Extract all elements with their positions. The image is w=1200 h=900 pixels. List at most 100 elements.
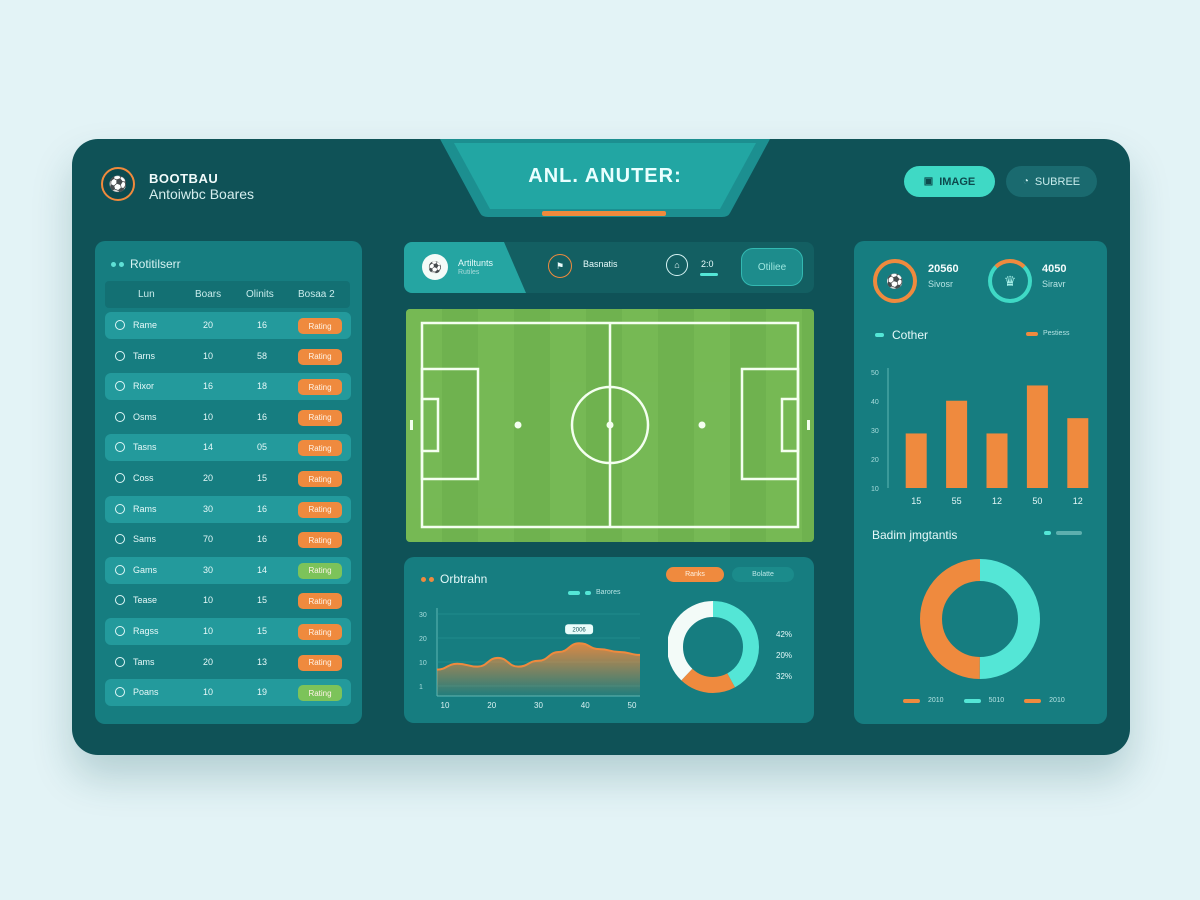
- table-row[interactable]: Rixor 16 18 Rating: [105, 373, 351, 401]
- bar[interactable]: [946, 400, 968, 488]
- team-icon: [115, 503, 125, 514]
- team1-name: Artiltunts: [458, 258, 494, 268]
- cell-value: 16: [203, 381, 214, 392]
- x-tick-label: 50: [1032, 496, 1042, 506]
- cell-value: 13: [257, 656, 268, 667]
- team-name: Tease: [133, 595, 158, 606]
- team-icon: [115, 687, 125, 698]
- filter-button[interactable]: Bolatte: [732, 567, 794, 582]
- legend-label: 5010: [988, 697, 1005, 704]
- status-badge[interactable]: Rating: [298, 593, 342, 610]
- cell-value: 18: [257, 381, 268, 392]
- column-header[interactable]: Lun: [138, 289, 155, 300]
- football-pitch[interactable]: [406, 309, 814, 542]
- bar[interactable]: [905, 433, 927, 488]
- y-tick-label: 10: [871, 486, 879, 493]
- table-row[interactable]: Tease 10 15 Rating: [105, 587, 351, 614]
- column-header[interactable]: Olinits: [246, 289, 274, 300]
- team-name: Tams: [133, 656, 155, 667]
- column-header[interactable]: Bosaa 2: [298, 289, 335, 300]
- table-row[interactable]: Ragss 10 15 Rating: [105, 618, 351, 645]
- status-badge[interactable]: Rating: [298, 471, 342, 487]
- team-icon: [115, 626, 125, 636]
- dot-icon: [119, 261, 124, 267]
- area-chart: 30 20 10 1 10 20 30 40 50 2006: [419, 608, 641, 710]
- trend-title-text: Orbtrahn: [440, 572, 488, 586]
- status-badge[interactable]: Rating: [298, 532, 342, 549]
- team-name: Osms: [133, 411, 157, 422]
- small-donut-chart: 42% 20% 32%: [668, 601, 792, 693]
- x-tick-label: 55: [952, 496, 962, 506]
- table-row[interactable]: Rams 30 16 Rating: [105, 495, 351, 523]
- team-icon: [115, 473, 125, 483]
- ranks-button[interactable]: Ranks: [666, 567, 724, 582]
- cell-value: 10: [203, 626, 214, 636]
- stat-value: 20560: [928, 263, 959, 275]
- status-badge[interactable]: Rating: [298, 409, 342, 426]
- share-button[interactable]: ◔ SUBREE: [1006, 166, 1097, 197]
- legend-swatch: [1024, 698, 1042, 703]
- image-button[interactable]: ▣ IMAGE: [904, 166, 995, 197]
- table-row[interactable]: Gams 30 14 Rating: [105, 556, 351, 584]
- team-name: Tasns: [133, 442, 157, 453]
- table-row[interactable]: Rame 20 16 Rating: [105, 312, 351, 339]
- big-donut-chart: [920, 559, 1040, 679]
- team-name: Tarns: [133, 350, 156, 361]
- team-name: Sams: [133, 534, 157, 545]
- donut-label: 32%: [776, 672, 792, 681]
- legend-swatch: [1056, 531, 1082, 535]
- brand-subtitle: Antoiwbc Boares: [149, 186, 255, 202]
- share-icon: ◔: [1022, 176, 1029, 187]
- donut-legend-top: [1044, 531, 1082, 535]
- cell-value: 19: [257, 687, 268, 698]
- cell-value: 10: [203, 595, 214, 606]
- legend-swatch: [963, 698, 981, 703]
- cell-value: 10: [203, 687, 214, 698]
- status-badge[interactable]: Rating: [298, 624, 342, 640]
- cell-value: 16: [257, 534, 268, 545]
- column-header[interactable]: Boars: [195, 289, 221, 300]
- status-badge[interactable]: Rating: [298, 562, 342, 579]
- brand-title: BOOTBAU: [149, 171, 219, 186]
- team-icon: [115, 656, 125, 667]
- team-name: Rams: [133, 503, 157, 514]
- bar[interactable]: [986, 433, 1008, 488]
- cell-value: 15: [257, 626, 268, 636]
- match-details-button[interactable]: Otiliee: [741, 248, 803, 286]
- trend-legend: Barores: [568, 589, 621, 596]
- stat-label: Sivosr: [928, 279, 954, 289]
- team-icon: [115, 564, 125, 575]
- x-tick-label: 50: [628, 701, 637, 710]
- team-name: Coss: [133, 473, 154, 483]
- status-badge[interactable]: Rating: [298, 348, 342, 365]
- team-icon: [115, 381, 125, 392]
- donut-label: 20%: [776, 651, 792, 660]
- share-button-label: SUBREE: [1034, 175, 1081, 188]
- bar[interactable]: [1026, 385, 1048, 488]
- status-badge[interactable]: Rating: [298, 318, 342, 334]
- status-badge[interactable]: Rating: [298, 654, 342, 671]
- status-badge[interactable]: Rating: [298, 685, 342, 702]
- dot-icon: [111, 261, 116, 267]
- bar[interactable]: [1067, 418, 1089, 488]
- table-row[interactable]: Tasns 14 05 Rating: [105, 434, 351, 462]
- cell-value: 20: [203, 473, 214, 483]
- x-tick-label: 12: [1073, 496, 1083, 506]
- table-row[interactable]: Sams 70 16 Rating: [105, 526, 351, 553]
- table-row[interactable]: Poans 10 19 Rating: [105, 679, 351, 707]
- team-icon: [115, 320, 125, 330]
- team2-name: Basnatis: [583, 259, 618, 269]
- status-badge[interactable]: Rating: [298, 501, 342, 518]
- table-row[interactable]: Tams 20 13 Rating: [105, 649, 351, 676]
- cell-value: 16: [257, 411, 268, 422]
- legend-swatch: [1026, 331, 1038, 336]
- status-badge[interactable]: Rating: [298, 379, 342, 396]
- table-row[interactable]: Osms 10 16 Rating: [105, 404, 351, 431]
- bar-chart-legend: Pestiess: [1026, 330, 1069, 337]
- team-name: Rame: [133, 320, 158, 330]
- table-row[interactable]: Coss 20 15 Rating: [105, 465, 351, 492]
- cell-value: 05: [257, 442, 268, 453]
- trend-title: Orbtrahn: [421, 572, 487, 586]
- status-badge[interactable]: Rating: [298, 440, 342, 457]
- table-row[interactable]: Tarns 10 58 Rating: [105, 343, 351, 370]
